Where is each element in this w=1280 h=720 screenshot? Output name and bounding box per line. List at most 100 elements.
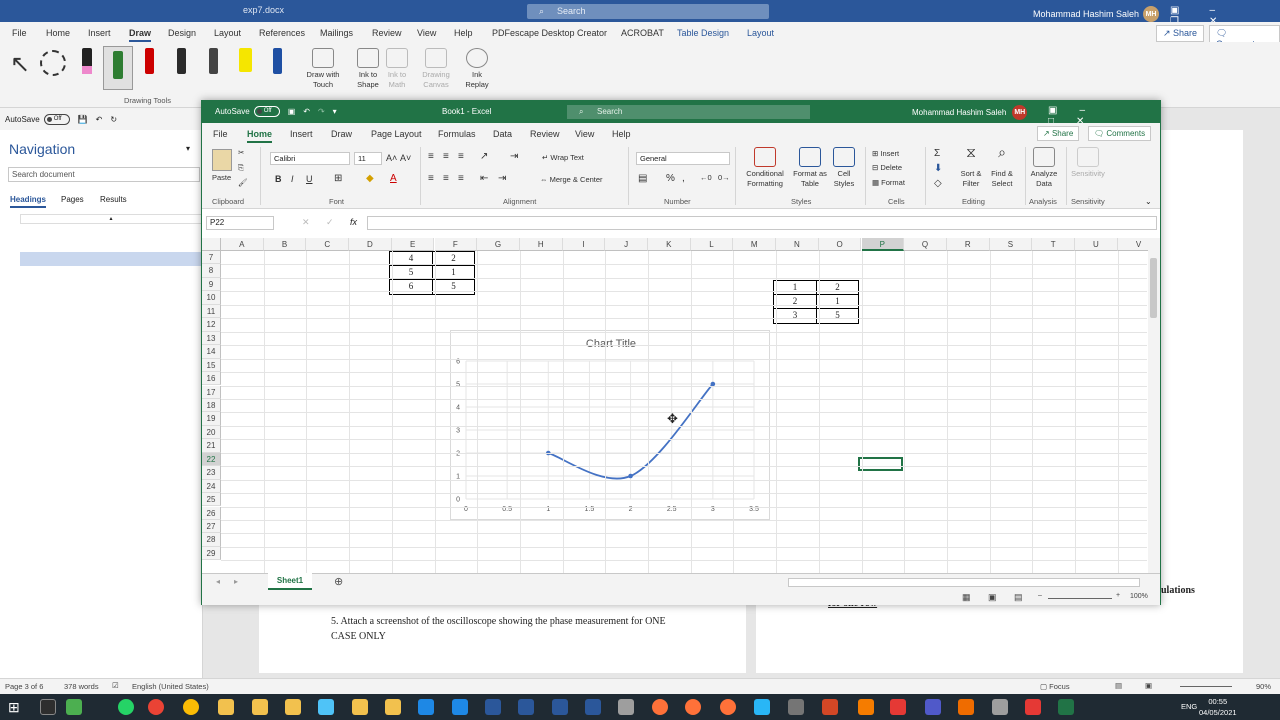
excel-tab-review[interactable]: Review [530,129,560,139]
taskbar-app-icon-5[interactable] [788,699,804,715]
nav-options-icon[interactable]: ▾ [186,144,190,153]
row-header-26[interactable]: 26 [202,506,221,520]
page-count[interactable]: Page 3 of 6 [5,682,43,691]
ink-replay-button[interactable]: Ink Replay [463,48,491,90]
word-user[interactable]: Mohammad Hashim Saleh MH [1033,6,1160,22]
highlighter-yellow-icon[interactable] [235,48,255,90]
column-header-D[interactable]: D [349,238,392,251]
conditional-formatting-button[interactable]: Conditional Formatting [740,147,790,189]
word-icon-3[interactable] [552,699,568,715]
firefox-icon-3[interactable] [720,699,736,715]
insert-cells-button[interactable]: ⊞ Insert [872,149,899,158]
word-tab-references[interactable]: References [259,28,305,38]
chrome-icon[interactable] [148,699,164,715]
nav-tab-headings[interactable]: Headings [10,195,47,208]
word-search-box[interactable]: ⌕ Search [527,4,769,19]
cell-N10[interactable]: 2 [773,294,817,309]
minimize-icon[interactable]: – [1079,105,1107,116]
file-explorer-icon[interactable] [218,699,234,715]
percent-icon[interactable]: % [666,173,675,184]
taskbar-clock[interactable]: 00:55 04/05/2021 [1199,696,1237,718]
font-size-select[interactable]: 11 [354,152,382,165]
row-header-20[interactable]: 20 [202,425,221,440]
column-header-J[interactable]: J [605,238,648,251]
pen-red-icon[interactable] [139,48,159,90]
chrome-icon-2[interactable] [183,699,199,715]
redo-icon[interactable]: ↷ [318,107,325,116]
taskbar-app-icon-9[interactable] [1025,699,1041,715]
add-sheet-icon[interactable]: ⊕ [334,575,343,588]
align-top-icon[interactable]: ≡ [428,151,434,162]
undo-icon[interactable]: ↶ [96,115,103,124]
word-count[interactable]: 378 words [64,682,99,691]
word-tab-home[interactable]: Home [46,28,70,38]
cell-F9[interactable]: 5 [432,279,475,295]
excel-zoom-level[interactable]: 100% [1130,593,1148,600]
paste-icon[interactable] [212,149,232,171]
select-pointer-icon[interactable]: ↖ [10,50,30,79]
folder-icon-4[interactable] [385,699,401,715]
row-header-29[interactable]: 29 [202,546,221,561]
orientation-icon[interactable]: ↗ [480,151,488,162]
word-icon-4[interactable] [585,699,601,715]
column-header-A[interactable]: A [221,238,264,251]
excel-autosave-toggle[interactable]: Off [253,106,280,117]
column-header-I[interactable]: I [562,238,606,251]
word-tab-mailings[interactable]: Mailings [320,28,353,38]
row-header-24[interactable]: 24 [202,479,221,494]
column-header-R[interactable]: R [946,238,990,251]
save-icon[interactable]: 💾 [78,115,88,124]
teams-icon[interactable] [925,699,941,715]
sheet-tab-sheet1[interactable]: Sheet1 [268,573,312,590]
acrobat-icon[interactable] [890,699,906,715]
task-view-icon[interactable] [40,699,56,715]
word-tab-table-design[interactable]: Table Design [677,28,729,38]
excel-comments-button[interactable]: 🗨 Comments [1088,126,1152,141]
column-header-N[interactable]: N [776,238,819,251]
increase-indent-icon[interactable]: ⇥ [498,173,506,184]
row-header-22[interactable]: 22 [202,452,221,467]
decrease-font-icon[interactable]: A˅ [400,153,411,163]
cell-styles-button[interactable]: Cell Styles [830,147,858,189]
format-as-table-button[interactable]: Format as Table [792,147,828,189]
ribbon-display-icon[interactable]: ▣ [1048,105,1079,116]
spreadsheet-grid[interactable]: 4 2 5 1 6 5 1 2 2 1 3 5 Chart Title 0 1 2 3 4… [202,238,1160,573]
customize-qat-icon[interactable]: ▾ [333,107,337,116]
redo-icon[interactable]: ↻ [110,115,117,124]
row-header-9[interactable]: 9 [202,277,221,292]
column-header-G[interactable]: G [477,238,520,251]
number-format-select[interactable]: General [636,152,730,165]
increase-decimal-icon[interactable]: ←0 [700,173,712,182]
vertical-scrollbar[interactable] [1148,238,1160,573]
word-tab-table-layout[interactable]: Layout [747,28,774,38]
taskbar-app-icon[interactable] [66,699,82,715]
word-zoom-slider[interactable] [1180,686,1232,687]
format-painter-icon[interactable]: 🖌 [238,178,248,187]
firefox-icon-2[interactable] [685,699,701,715]
analyze-data-button[interactable]: Analyze Data [1028,147,1060,189]
collapse-ribbon-icon[interactable]: ⌄ [1145,197,1152,206]
excel-tab-insert[interactable]: Insert [290,129,313,139]
align-center-icon[interactable]: ≡ [443,173,449,184]
column-header-E[interactable]: E [391,238,435,251]
cell-N9[interactable]: 1 [773,280,817,295]
excel-tab-page-layout[interactable]: Page Layout [371,129,422,139]
powerpoint-icon[interactable] [822,699,838,715]
drawing-canvas-button[interactable]: Drawing Canvas [418,48,454,90]
nav-tab-pages[interactable]: Pages [61,195,84,204]
page-layout-view-icon[interactable]: ▣ [988,592,997,603]
excel-tab-draw[interactable]: Draw [331,129,352,139]
column-header-S[interactable]: S [989,238,1033,251]
name-box[interactable]: P22 [206,216,274,230]
comma-style-icon[interactable]: , [682,173,685,184]
row-header-16[interactable]: 16 [202,372,221,386]
folder-icon-2[interactable] [285,699,301,715]
cell-O9[interactable]: 2 [816,280,859,295]
column-header-U[interactable]: U [1075,238,1118,251]
font-name-select[interactable]: Calibri [270,152,350,165]
column-header-B[interactable]: B [263,238,307,251]
selected-cell-P22[interactable] [858,457,903,471]
cancel-entry-icon[interactable]: ✕ [302,217,310,228]
clear-icon[interactable]: ◇ [934,178,942,189]
pen-black-icon[interactable] [171,48,191,90]
